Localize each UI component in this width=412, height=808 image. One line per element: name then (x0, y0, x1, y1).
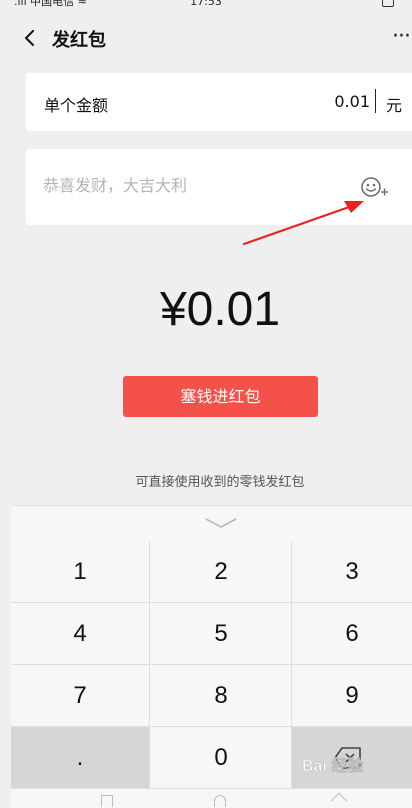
greeting-card (26, 149, 412, 225)
key-2[interactable]: 2 (151, 541, 292, 603)
chevron-down-icon[interactable] (204, 516, 238, 530)
amount-unit: 元 (385, 96, 402, 115)
more-dots-icon[interactable]: ··· (392, 24, 411, 49)
nav-back-icon[interactable] (330, 792, 348, 808)
amount-label: 单个金额 (44, 96, 109, 115)
key-1[interactable]: 1 (11, 541, 150, 603)
key-9[interactable]: 9 (292, 665, 412, 727)
status-bar: .ııl 中国电信 ≈ 17:53 (0, 0, 412, 10)
page-title: 发红包 (52, 30, 106, 51)
key-4[interactable]: 4 (11, 603, 150, 665)
header: 发红包 ··· (0, 10, 412, 66)
key-0[interactable]: 0 (151, 727, 292, 789)
send-red-packet-button[interactable]: 塞钱进红包 (123, 376, 318, 417)
key-decimal[interactable]: . (11, 727, 150, 789)
chevron-left-icon[interactable] (22, 30, 38, 46)
key-6[interactable]: 6 (292, 603, 412, 665)
key-3[interactable]: 3 (292, 541, 412, 603)
text-caret (375, 89, 376, 113)
key-5[interactable]: 5 (151, 603, 292, 665)
bottom-nav-strip (11, 788, 412, 808)
battery-icon (382, 0, 394, 7)
status-time: 17:53 (190, 0, 222, 8)
baidu-watermark: Bai 经验 (302, 756, 365, 776)
key-8[interactable]: 8 (151, 665, 292, 727)
greeting-input[interactable] (43, 176, 343, 195)
nav-home-icon[interactable] (214, 795, 226, 807)
amount-input[interactable]: 0.01 (334, 92, 370, 111)
total-amount: ¥0.01 (159, 283, 281, 336)
tip-text: 可直接使用收到的零钱发红包 (135, 475, 305, 490)
nav-menu-icon[interactable] (101, 795, 113, 807)
amount-card[interactable]: 单个金额 0.01 元 (26, 73, 412, 131)
key-7[interactable]: 7 (11, 665, 150, 727)
watermark-text: Bai 经验 (302, 756, 364, 775)
emoji-add-icon[interactable] (360, 176, 390, 198)
